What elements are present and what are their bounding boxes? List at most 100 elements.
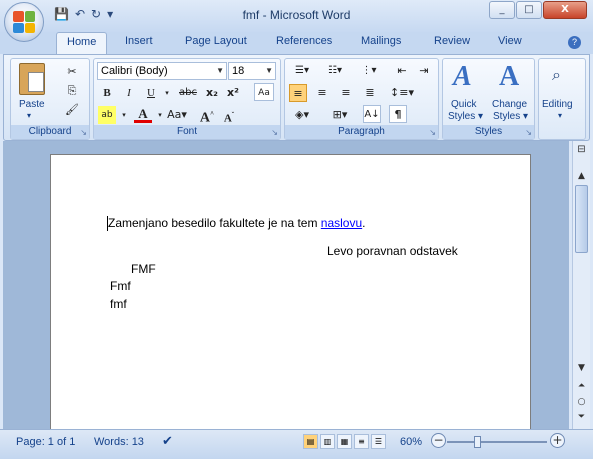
tab-references[interactable]: References (276, 35, 332, 47)
show-marks-icon[interactable]: ¶ (389, 105, 407, 123)
close-button[interactable]: X (543, 1, 587, 19)
highlight-dropdown-icon[interactable]: ▾ (115, 106, 133, 124)
zoom-out-icon[interactable]: − (431, 433, 446, 448)
paragraph-5[interactable]: fmf (110, 297, 127, 311)
page-count[interactable]: Page: 1 of 1 (16, 436, 75, 448)
hyperlink[interactable]: naslovu (321, 216, 362, 230)
print-layout-icon[interactable]: ▤ (303, 434, 318, 449)
document-area: Zamenjano besedilo fakultete je na tem n… (3, 141, 569, 430)
paragraph-1[interactable]: Zamenjano besedilo fakultete je na tem n… (107, 216, 366, 231)
clipboard-launcher-icon[interactable]: ↘ (80, 128, 87, 137)
tab-mailings[interactable]: Mailings (361, 35, 401, 47)
tab-review[interactable]: Review (434, 35, 470, 47)
paste-dropdown-icon[interactable]: ▾ (27, 111, 31, 120)
chevron-down-icon: ▼ (265, 66, 273, 75)
subscript-button[interactable]: x₂ (203, 84, 221, 102)
paragraph-4[interactable]: Fmf (110, 279, 131, 293)
binoculars-icon[interactable]: ⌕ (552, 65, 561, 85)
scrollbar-thumb[interactable] (575, 185, 588, 253)
paragraph-1-text: Zamenjano besedilo fakultete je na tem (108, 216, 321, 230)
quick-styles-label2[interactable]: Styles ▾ (448, 111, 483, 122)
highlight-icon[interactable]: ab (98, 106, 116, 124)
borders-icon[interactable]: ⊞▾ (327, 106, 353, 124)
bold-button[interactable]: B (98, 84, 116, 102)
numbering-icon[interactable]: ☷▾ (321, 62, 349, 80)
paste-button[interactable]: Paste (19, 99, 45, 110)
office-button[interactable] (4, 2, 44, 42)
copy-icon[interactable]: ⎘ (63, 82, 81, 100)
grow-font-icon[interactable]: A^ (198, 105, 216, 126)
window-controls: _ □ X (489, 1, 587, 19)
proofing-icon[interactable]: ✔ (162, 433, 173, 449)
web-layout-icon[interactable]: ▦ (337, 434, 352, 449)
zoom-slider-thumb[interactable] (474, 436, 481, 448)
clipboard-group: Paste ▾ ✂ ⎘ 🖌 Clipboard ↘ (10, 58, 90, 140)
change-case-icon[interactable]: Aa▾ (166, 106, 188, 124)
vertical-scrollbar[interactable]: ⊟ ▲ ▼ ⏶ ○ ⏷ (572, 141, 590, 429)
editing-dropdown-icon[interactable]: ▾ (558, 111, 562, 120)
previous-page-icon[interactable]: ⏶ (573, 381, 590, 391)
tab-page-layout[interactable]: Page Layout (185, 35, 247, 47)
ribbon-tabs: Home Insert Page Layout References Maili… (0, 32, 593, 54)
ruler-toggle-icon[interactable]: ⊟ (573, 144, 590, 155)
paste-icon[interactable] (19, 63, 45, 95)
align-left-icon[interactable]: ≡ (289, 84, 307, 102)
word-count[interactable]: Words: 13 (94, 436, 144, 448)
minimize-button[interactable]: _ (489, 1, 515, 19)
font-color-icon[interactable]: A (134, 105, 152, 123)
font-size-combo[interactable]: 18 ▼ (228, 62, 276, 80)
editing-button[interactable]: Editing (542, 99, 573, 110)
bullets-icon[interactable]: ☰▾ (288, 62, 316, 80)
change-styles-button[interactable]: Change (492, 99, 527, 110)
align-center-icon[interactable]: ≡ (313, 84, 331, 102)
quick-styles-icon[interactable]: A (453, 61, 472, 93)
paragraph-2[interactable]: Levo poravnan odstavek (327, 244, 458, 258)
office-logo-icon (13, 11, 35, 33)
full-screen-reading-icon[interactable]: ▥ (320, 434, 335, 449)
zoom-slider[interactable] (447, 436, 547, 448)
quick-styles-button[interactable]: Quick (451, 99, 477, 110)
font-group: Calibri (Body) ▼ 18 ▼ B I U ▾ abc x₂ x² Aa… (93, 58, 281, 140)
select-browse-object-icon[interactable]: ○ (573, 397, 590, 407)
justify-icon[interactable]: ≣ (361, 84, 379, 102)
underline-dropdown-icon[interactable]: ▾ (158, 84, 176, 102)
zoom-level[interactable]: 60% (400, 436, 422, 448)
superscript-button[interactable]: x² (224, 84, 242, 102)
strikethrough-button[interactable]: abc (176, 84, 200, 102)
cut-icon[interactable]: ✂ (63, 63, 81, 81)
help-icon[interactable]: ? (568, 36, 581, 49)
paragraph-group: ☰▾ ☷▾ ⋮▾ ⇤ ⇥ ≡ ≡ ≡ ≣ ↕≡▾ ◈▾ ⊞▾ A↓ ¶ Para… (284, 58, 439, 140)
tab-insert[interactable]: Insert (125, 35, 153, 47)
next-page-icon[interactable]: ⏷ (573, 412, 590, 422)
format-painter-icon[interactable]: 🖌 (63, 101, 81, 119)
font-name-value: Calibri (Body) (101, 65, 168, 77)
outline-icon[interactable]: ≡ (354, 434, 369, 449)
tab-home[interactable]: Home (56, 32, 108, 54)
multilevel-list-icon[interactable]: ⋮▾ (355, 62, 383, 80)
increase-indent-icon[interactable]: ⇥ (415, 62, 433, 80)
paragraph-launcher-icon[interactable]: ↘ (429, 128, 436, 137)
shrink-font-icon[interactable]: Aˇ (220, 106, 238, 125)
document-page[interactable]: Zamenjano besedilo fakultete je na tem n… (50, 154, 531, 430)
sort-icon[interactable]: A↓ (363, 105, 381, 123)
zoom-in-icon[interactable]: + (550, 433, 565, 448)
change-styles-label2[interactable]: Styles ▾ (493, 111, 528, 122)
shading-icon[interactable]: ◈▾ (289, 106, 315, 124)
styles-group: A Quick Styles ▾ A Change Styles ▾ Style… (442, 58, 535, 140)
line-spacing-icon[interactable]: ↕≡▾ (389, 84, 415, 102)
text-cursor (107, 216, 108, 231)
draft-icon[interactable]: ☰ (371, 434, 386, 449)
align-right-icon[interactable]: ≡ (337, 84, 355, 102)
change-styles-icon[interactable]: A (499, 61, 519, 93)
maximize-button[interactable]: □ (516, 1, 542, 19)
italic-button[interactable]: I (120, 84, 138, 102)
styles-launcher-icon[interactable]: ↘ (525, 128, 532, 137)
decrease-indent-icon[interactable]: ⇤ (393, 62, 411, 80)
clear-formatting-icon[interactable]: Aa (254, 83, 274, 101)
tab-view[interactable]: View (498, 35, 522, 47)
scroll-up-icon[interactable]: ▲ (573, 171, 590, 181)
scroll-down-icon[interactable]: ▼ (573, 363, 590, 373)
paragraph-3[interactable]: FMF (131, 262, 156, 276)
font-launcher-icon[interactable]: ↘ (271, 128, 278, 137)
font-name-combo[interactable]: Calibri (Body) ▼ (97, 62, 227, 80)
